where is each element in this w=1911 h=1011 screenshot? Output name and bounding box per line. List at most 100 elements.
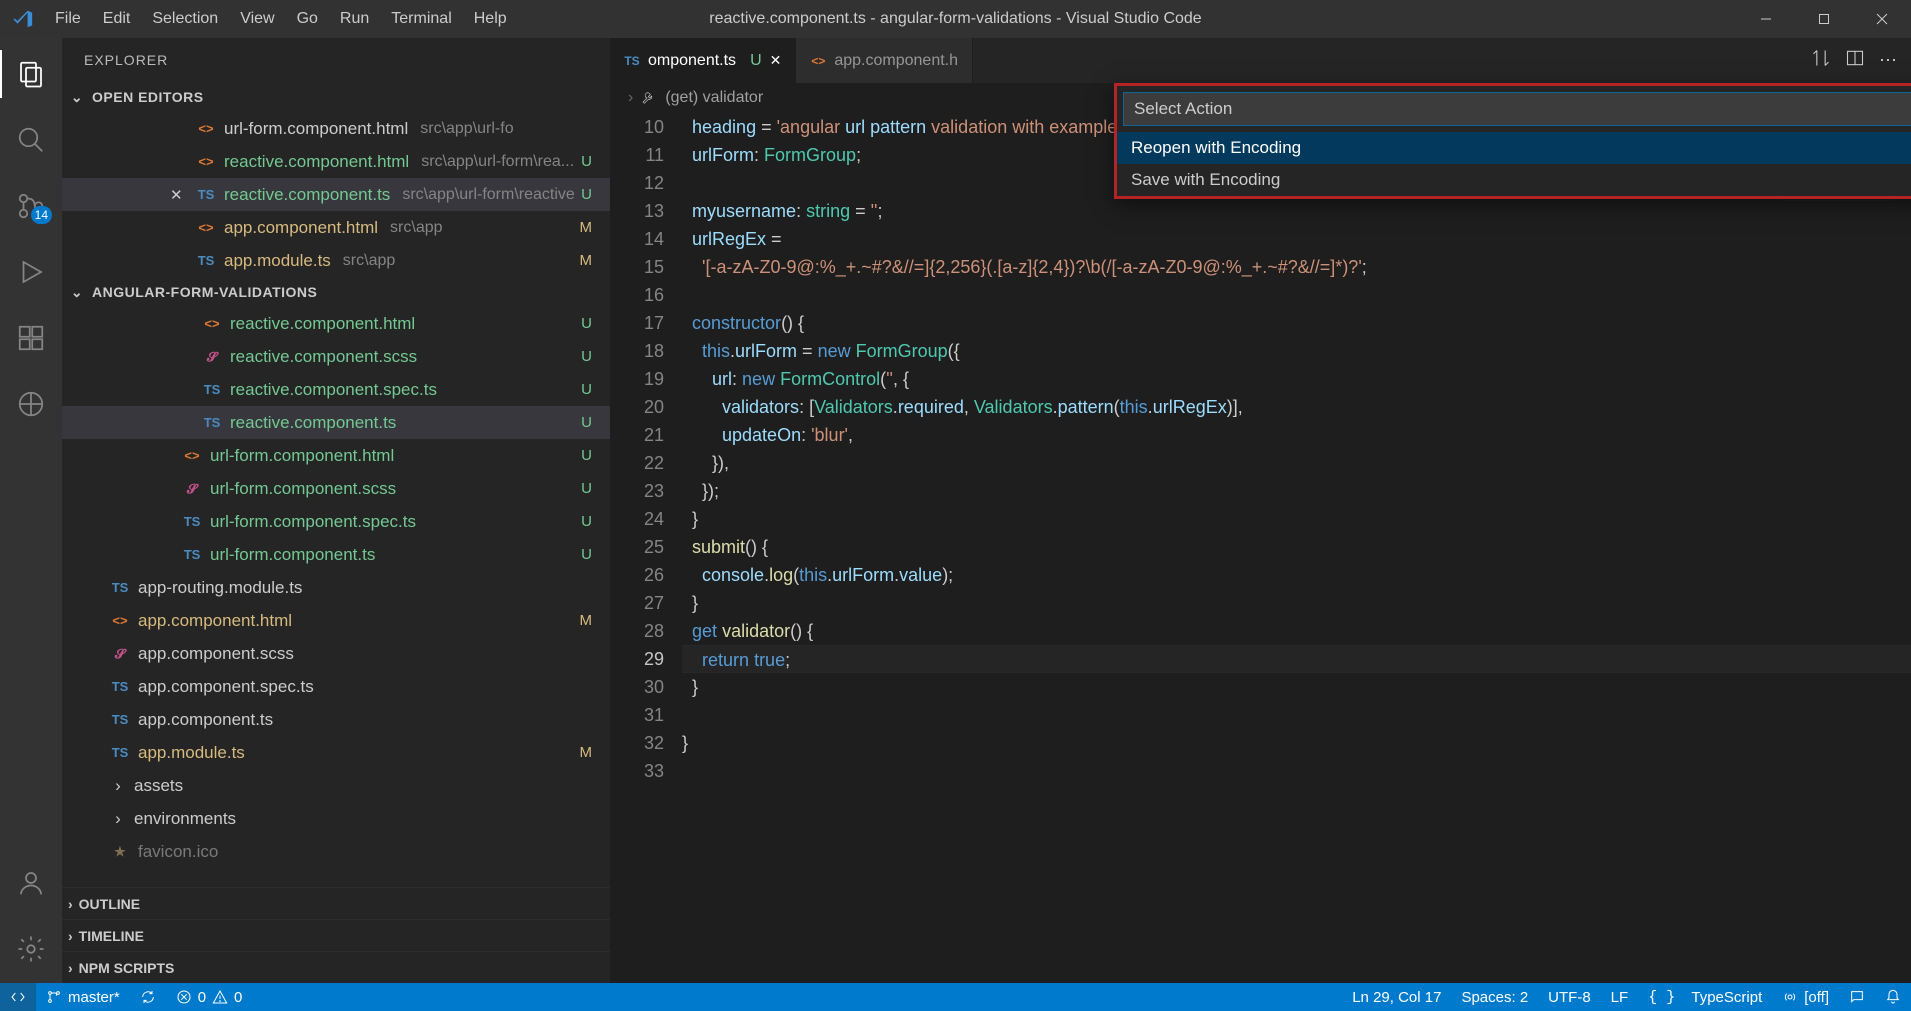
menu-terminal[interactable]: Terminal: [381, 4, 461, 34]
file-item[interactable]: 𝓢reactive.component.scssU: [62, 340, 610, 373]
menu-file[interactable]: File: [45, 4, 91, 34]
vscode-logo-icon: [0, 8, 45, 30]
editor-tab[interactable]: <>app.component.h: [796, 38, 973, 83]
quick-pick-option[interactable]: Reopen with Encoding: [1117, 132, 1911, 164]
menu-selection[interactable]: Selection: [142, 4, 228, 34]
tab-label: app.component.h: [834, 52, 958, 70]
quick-pick-input[interactable]: Select Action: [1123, 92, 1911, 126]
open-editor-item[interactable]: TSapp.module.tssrc\appM: [62, 244, 610, 277]
open-editor-item[interactable]: <>url-form.component.htmlsrc\app\url-fo: [62, 112, 610, 145]
menu-go[interactable]: Go: [287, 4, 328, 34]
breadcrumb-item[interactable]: (get) validator: [665, 89, 763, 107]
file-name: favicon.ico: [138, 842, 218, 862]
folder-item[interactable]: ›environments: [62, 802, 610, 835]
file-item[interactable]: 𝓢url-form.component.scssU: [62, 472, 610, 505]
file-name: app-routing.module.ts: [138, 578, 302, 598]
explorer-tab[interactable]: [0, 50, 62, 98]
file-item[interactable]: TSapp.module.tsM: [62, 736, 610, 769]
folder-item[interactable]: ›assets: [62, 769, 610, 802]
settings-gear-icon[interactable]: [0, 925, 62, 973]
menu-help[interactable]: Help: [464, 4, 517, 34]
window-title: reactive.component.ts - angular-form-val…: [709, 10, 1201, 28]
minimize-button[interactable]: [1737, 0, 1795, 38]
section-npm-scripts[interactable]: ›NPM SCRIPTS: [62, 951, 610, 983]
file-item[interactable]: ★ favicon.ico: [62, 835, 610, 868]
branch-name: master*: [68, 989, 120, 1006]
editor-tab[interactable]: TSomponent.tsU✕: [610, 38, 796, 83]
file-path: src\app\url-form\reactive: [402, 186, 575, 204]
favicon-icon: ★: [110, 844, 130, 860]
status-bar: master* 0 0 Ln 29, Col 17 Spaces: 2 UTF-…: [0, 983, 1911, 1011]
open-editor-item[interactable]: <>app.component.htmlsrc\appM: [62, 211, 610, 244]
remote-indicator[interactable]: [0, 983, 36, 1011]
eol-status[interactable]: LF: [1601, 983, 1639, 1011]
file-item[interactable]: TSapp.component.ts: [62, 703, 610, 736]
account-icon[interactable]: [0, 859, 62, 907]
chevron-right-icon: ›: [110, 809, 126, 829]
file-item[interactable]: 𝓢app.component.scss: [62, 637, 610, 670]
section-label: TIMELINE: [79, 928, 144, 944]
open-editor-item[interactable]: <>reactive.component.htmlsrc\app\url-for…: [62, 145, 610, 178]
remote-tab[interactable]: [0, 380, 62, 428]
project-header[interactable]: ⌄ ANGULAR-FORM-VALIDATIONS: [62, 277, 610, 307]
typescript-icon: TS: [110, 679, 130, 694]
indent-status[interactable]: Spaces: 2: [1451, 983, 1538, 1011]
typescript-icon: TS: [110, 712, 130, 727]
file-name: app.module.ts: [138, 743, 245, 763]
html-icon: <>: [196, 154, 216, 169]
problems-indicator[interactable]: 0 0: [166, 983, 253, 1011]
menu-view[interactable]: View: [230, 4, 284, 34]
section-outline[interactable]: ›OUTLINE: [62, 887, 610, 919]
file-item[interactable]: TSreactive.component.tsU: [62, 406, 610, 439]
file-item[interactable]: TSurl-form.component.spec.tsU: [62, 505, 610, 538]
file-item[interactable]: <>url-form.component.htmlU: [62, 439, 610, 472]
file-item[interactable]: TS app-routing.module.ts: [62, 571, 610, 604]
open-editors-header[interactable]: ⌄ OPEN EDITORS: [62, 82, 610, 112]
close-icon[interactable]: ✕: [170, 186, 183, 204]
file-path: src\app\url-fo: [420, 120, 513, 138]
language-mode[interactable]: { } TypeScript: [1638, 983, 1772, 1011]
chevron-right-icon: ›: [68, 928, 73, 944]
search-tab[interactable]: [0, 116, 62, 164]
scss-icon: 𝓢: [182, 481, 202, 497]
close-icon[interactable]: ✕: [770, 52, 782, 69]
live-server-status[interactable]: [off]: [1772, 983, 1839, 1011]
file-name: app.component.spec.ts: [138, 677, 314, 697]
git-status: U: [581, 153, 592, 170]
source-control-tab[interactable]: 14: [0, 182, 62, 230]
open-editor-item[interactable]: ✕TSreactive.component.tssrc\app\url-form…: [62, 178, 610, 211]
file-item[interactable]: <>reactive.component.htmlU: [62, 307, 610, 340]
cursor-position[interactable]: Ln 29, Col 17: [1342, 983, 1451, 1011]
error-count: 0: [198, 989, 206, 1006]
git-status: M: [580, 219, 593, 236]
code-editor[interactable]: 1011121314151617181920212223242526272829…: [610, 113, 1911, 983]
file-item[interactable]: TSurl-form.component.tsU: [62, 538, 610, 571]
split-editor-icon[interactable]: [1845, 48, 1865, 73]
extensions-tab[interactable]: [0, 314, 62, 362]
close-button[interactable]: [1853, 0, 1911, 38]
menu-edit[interactable]: Edit: [93, 4, 141, 34]
git-branch[interactable]: master*: [36, 983, 130, 1011]
run-debug-tab[interactable]: [0, 248, 62, 296]
feedback-icon[interactable]: [1839, 983, 1875, 1011]
encoding-status[interactable]: UTF-8: [1538, 983, 1601, 1011]
typescript-icon: TS: [182, 514, 202, 529]
file-item[interactable]: TS app.component.spec.ts: [62, 670, 610, 703]
file-item[interactable]: TSreactive.component.spec.tsU: [62, 373, 610, 406]
typescript-icon: TS: [196, 187, 216, 202]
notifications-icon[interactable]: [1875, 983, 1911, 1011]
open-editors-label: OPEN EDITORS: [92, 89, 204, 105]
editor-tabs: TSomponent.tsU✕<>app.component.h ⋯: [610, 38, 1911, 83]
file-name: url-form.component.scss: [210, 479, 396, 499]
more-actions-icon[interactable]: ⋯: [1879, 50, 1897, 71]
section-timeline[interactable]: › TIMELINE: [62, 919, 610, 951]
compare-changes-icon[interactable]: [1811, 48, 1831, 73]
menu-run[interactable]: Run: [330, 4, 379, 34]
typescript-icon: TS: [110, 580, 130, 595]
maximize-button[interactable]: [1795, 0, 1853, 38]
git-status: U: [581, 348, 592, 365]
sync-button[interactable]: [130, 983, 166, 1011]
file-name: app.component.scss: [138, 644, 294, 664]
file-item[interactable]: <>app.component.htmlM: [62, 604, 610, 637]
quick-pick-option[interactable]: Save with Encoding: [1117, 164, 1911, 196]
